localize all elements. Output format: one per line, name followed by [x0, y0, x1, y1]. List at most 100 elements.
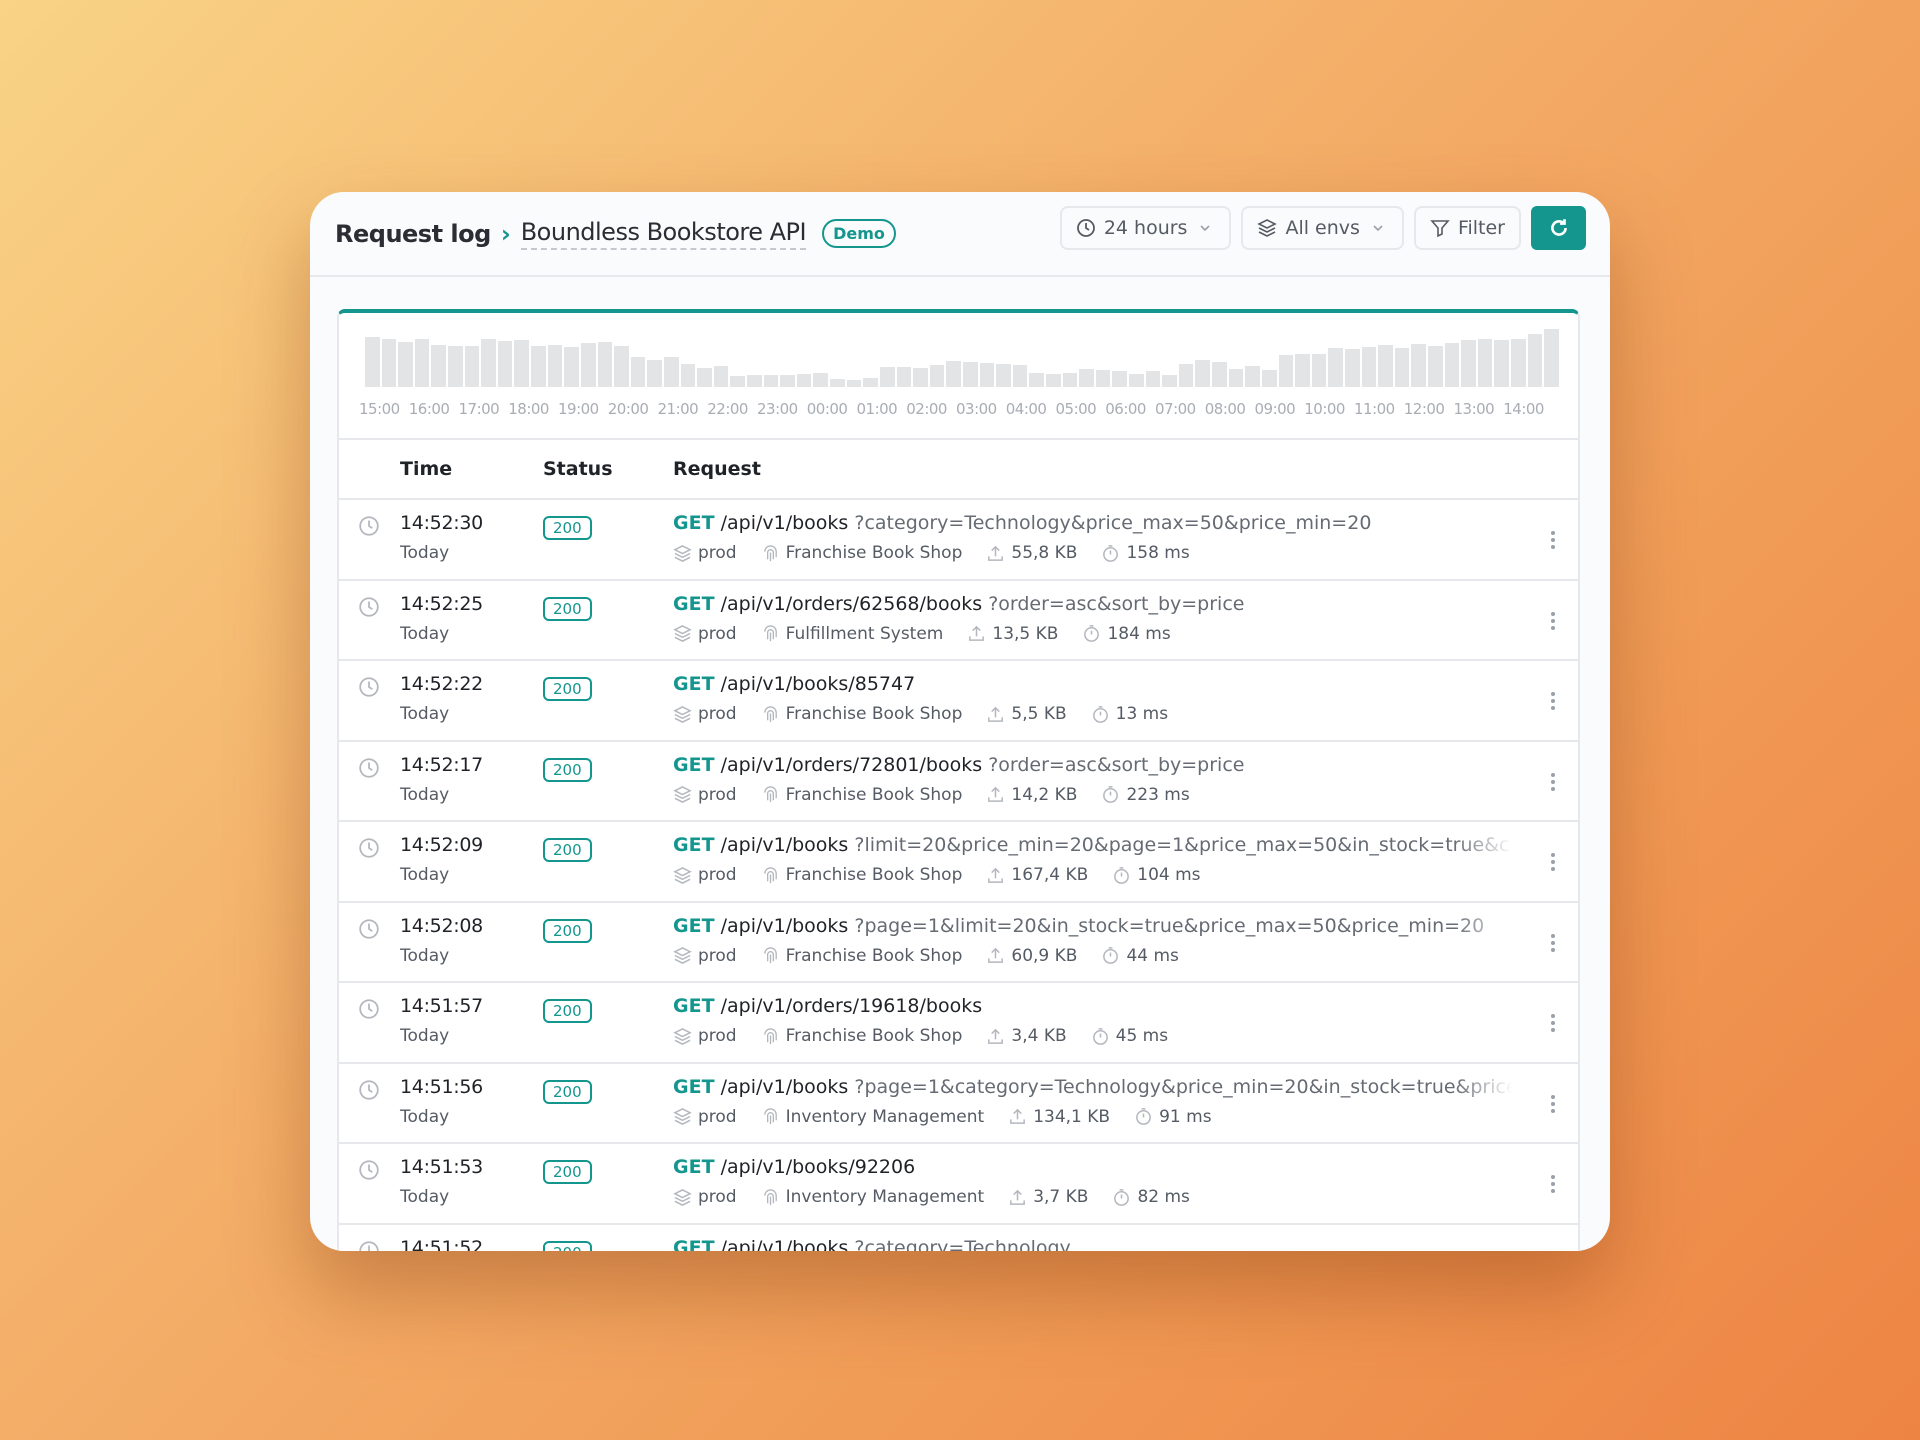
table-row[interactable]: 14:52:25 Today 200 GET /api/v1/orders/62568…: [339, 581, 1578, 661]
chart-bar[interactable]: [1295, 354, 1310, 387]
chart-bar[interactable]: [1344, 349, 1360, 387]
chart-bar[interactable]: [1411, 343, 1426, 387]
chart-bar[interactable]: [946, 360, 961, 387]
chart-bar[interactable]: [763, 374, 779, 387]
chart-bar[interactable]: [1278, 354, 1294, 387]
chart-bar[interactable]: [597, 341, 613, 387]
chart-bar[interactable]: [431, 344, 447, 387]
chart-bar[interactable]: [1361, 347, 1377, 387]
chart-bar[interactable]: [1461, 340, 1476, 387]
chart-bar[interactable]: [830, 379, 845, 387]
chart-bar[interactable]: [1079, 368, 1094, 387]
chart-bar[interactable]: [381, 338, 397, 387]
chart-bar[interactable]: [979, 362, 995, 387]
more-options-icon[interactable]: [1550, 1174, 1556, 1194]
more-options-icon[interactable]: [1550, 530, 1556, 550]
request-line[interactable]: GET /api/v1/orders/62568/books ?order=as…: [673, 593, 1513, 615]
chart-bar[interactable]: [929, 364, 945, 387]
chart-bar[interactable]: [1045, 374, 1061, 387]
chart-bar[interactable]: [1129, 374, 1144, 387]
chart-bar[interactable]: [1062, 373, 1078, 387]
chart-bar[interactable]: [1311, 354, 1327, 387]
table-row[interactable]: 14:52:08 Today 200 GET /api/v1/books ?page=…: [339, 903, 1578, 983]
chart-bar[interactable]: [1178, 364, 1194, 387]
chart-bar[interactable]: [1261, 369, 1277, 387]
chart-bar[interactable]: [730, 375, 746, 387]
chart-bar[interactable]: [813, 373, 829, 387]
chart-bar[interactable]: [1012, 364, 1028, 387]
chart-bar[interactable]: [1394, 347, 1410, 387]
breadcrumb-request-log[interactable]: Request log: [335, 220, 491, 248]
more-options-icon[interactable]: [1550, 1094, 1556, 1114]
chart-bar[interactable]: [1328, 347, 1343, 387]
chart-bar[interactable]: [531, 346, 546, 387]
more-options-icon[interactable]: [1550, 852, 1556, 872]
chart-bar[interactable]: [580, 343, 596, 387]
table-row[interactable]: 14:51:53 Today 200 GET /api/v1/books/92206 …: [339, 1144, 1578, 1225]
chart-bar[interactable]: [1162, 375, 1177, 387]
chart-bar[interactable]: [1228, 368, 1244, 387]
chart-bar[interactable]: [1544, 329, 1559, 387]
request-line[interactable]: GET /api/v1/books ?category=Technology: [673, 1237, 1513, 1252]
chart-bar[interactable]: [614, 346, 629, 387]
chart-bar[interactable]: [398, 341, 413, 387]
chart-bar[interactable]: [481, 339, 496, 387]
chart-bar[interactable]: [879, 367, 895, 387]
request-line[interactable]: GET /api/v1/books/85747: [673, 673, 1513, 695]
chart-bar[interactable]: [1212, 361, 1227, 387]
chart-bar[interactable]: [1095, 369, 1111, 387]
chart-bar[interactable]: [962, 361, 978, 387]
chart-bar[interactable]: [996, 363, 1011, 387]
more-options-icon[interactable]: [1550, 933, 1556, 953]
chart-bar[interactable]: [1494, 340, 1510, 387]
chart-bar[interactable]: [497, 341, 513, 387]
chart-bar[interactable]: [1511, 339, 1526, 387]
more-options-icon[interactable]: [1550, 611, 1556, 631]
chart-bar[interactable]: [448, 345, 463, 387]
chart-bar[interactable]: [1195, 359, 1211, 387]
chart-bar[interactable]: [1378, 344, 1393, 387]
chart-bar[interactable]: [846, 379, 862, 387]
chart-bar[interactable]: [796, 373, 812, 387]
chart-bar[interactable]: [863, 378, 878, 387]
request-line[interactable]: GET /api/v1/books ?category=Technology&p…: [673, 512, 1513, 534]
request-line[interactable]: GET /api/v1/books ?page=1&limit=20&in_st…: [673, 915, 1513, 937]
chart-bar[interactable]: [547, 345, 563, 387]
chart-bar[interactable]: [414, 339, 430, 387]
chart-bar[interactable]: [680, 363, 696, 387]
time-range-select[interactable]: 24 hours: [1059, 206, 1232, 250]
chart-bar[interactable]: [713, 365, 729, 387]
chart-bar[interactable]: [464, 345, 480, 387]
chart-bar[interactable]: [896, 367, 912, 387]
table-row[interactable]: 14:51:52Today200GET /api/v1/books ?categ…: [339, 1225, 1578, 1252]
table-row[interactable]: 14:51:57 Today 200 GET /api/v1/orders/19618…: [339, 983, 1578, 1064]
chart-bar[interactable]: [747, 374, 762, 387]
chart-bar[interactable]: [630, 357, 646, 387]
request-line[interactable]: GET /api/v1/orders/72801/books ?order=as…: [673, 754, 1513, 776]
api-name[interactable]: Boundless Bookstore API: [520, 218, 807, 250]
chart-bar[interactable]: [1428, 346, 1443, 387]
chart-bar[interactable]: [697, 368, 712, 387]
more-options-icon[interactable]: [1550, 772, 1556, 792]
table-row[interactable]: 14:51:56 Today 200 GET /api/v1/books ?page=…: [339, 1064, 1578, 1144]
chart-bar[interactable]: [780, 374, 795, 387]
more-options-icon[interactable]: [1550, 691, 1556, 711]
chart-bar[interactable]: [1145, 371, 1161, 387]
table-row[interactable]: 14:52:09 Today 200 GET /api/v1/books ?limit…: [339, 822, 1578, 903]
chart-bar[interactable]: [663, 356, 679, 387]
chart-bar[interactable]: [1527, 333, 1543, 387]
request-line[interactable]: GET /api/v1/books ?page=1&category=Techn…: [673, 1076, 1513, 1098]
chart-bar[interactable]: [647, 359, 662, 387]
more-options-icon[interactable]: [1550, 1013, 1556, 1033]
table-row[interactable]: 14:52:30 Today 200 GET /api/v1/books ?categ…: [339, 500, 1578, 581]
chart-bar[interactable]: [1245, 365, 1260, 387]
request-line[interactable]: GET /api/v1/books ?limit=20&price_min=20…: [673, 834, 1513, 856]
chart-bar[interactable]: [1112, 371, 1128, 387]
table-row[interactable]: 14:52:22 Today 200 GET /api/v1/books/85747 …: [339, 661, 1578, 742]
chart-bar[interactable]: [1477, 339, 1493, 387]
env-select[interactable]: All envs: [1241, 206, 1404, 250]
filter-button[interactable]: Filter: [1413, 206, 1521, 250]
chart-bar[interactable]: [913, 368, 928, 387]
table-row[interactable]: 14:52:17 Today 200 GET /api/v1/orders/72801…: [339, 742, 1578, 822]
chart-bar[interactable]: [514, 340, 530, 387]
